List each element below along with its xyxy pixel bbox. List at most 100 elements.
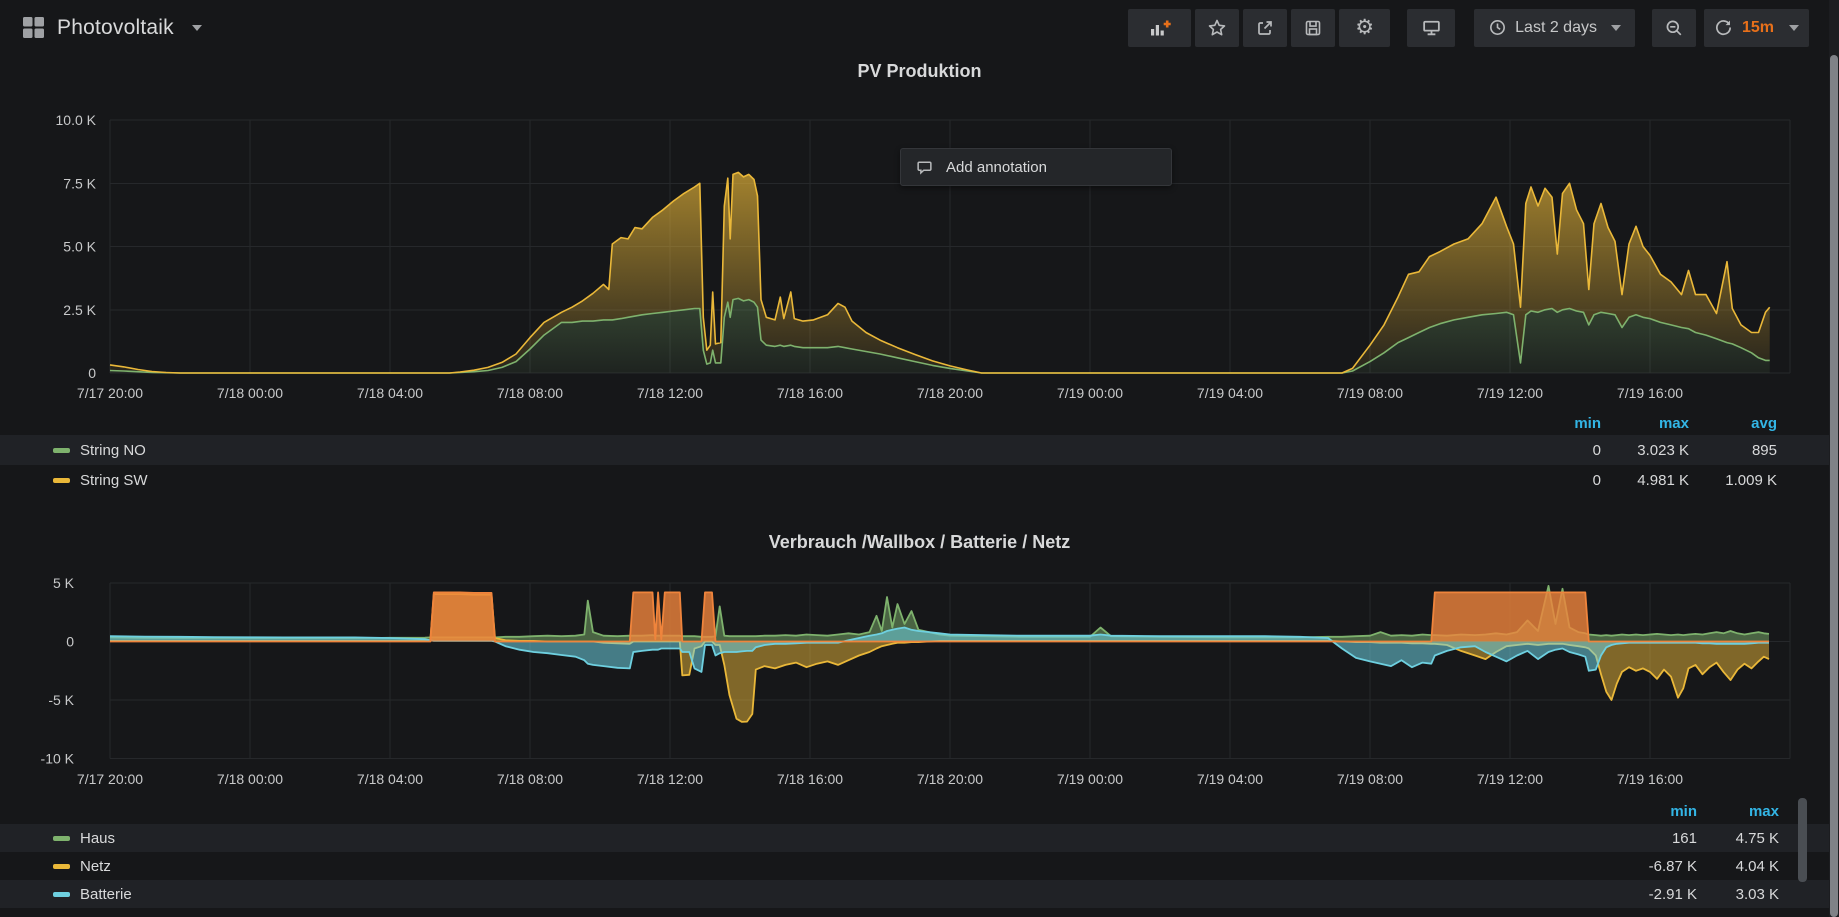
settings-button[interactable]: ⚙ [1339, 9, 1390, 47]
legend-value: -6.87 K [1615, 858, 1697, 875]
legend-values: 03.023 K895 [1513, 442, 1777, 459]
bar-chart-add-icon [1148, 18, 1172, 38]
save-button[interactable] [1291, 9, 1335, 47]
x-axis-tick-label: 7/18 20:00 [917, 771, 983, 787]
clock-icon [1488, 18, 1507, 37]
legend-value: 1.009 K [1689, 472, 1777, 489]
y-axis-tick-label: 5 K [53, 575, 75, 591]
series-color-swatch [53, 448, 70, 453]
x-axis-tick-label: 7/18 12:00 [637, 385, 703, 401]
y-axis-tick-label: 0 [88, 365, 96, 381]
x-axis-tick-label: 7/19 16:00 [1617, 771, 1683, 787]
dashboard-title-dropdown[interactable]: Photovoltaik [22, 16, 202, 40]
toolbar: ⚙ Last 2 days [1128, 9, 1809, 47]
chevron-down-icon [192, 25, 202, 31]
toolbar-button-group: ⚙ [1128, 9, 1390, 47]
legend-row: Haus 1614.75 K [0, 824, 1830, 852]
series-color-swatch [53, 864, 70, 869]
legend-col-min: min [1615, 803, 1697, 820]
pv-produktion-legend: minmaxavg String NO 03.023 K895 String SW 04… [0, 411, 1830, 495]
y-axis-tick-label: -5 K [48, 692, 74, 708]
page-title: Photovoltaik [57, 16, 174, 40]
legend-row: String SW 04.981 K1.009 K [0, 465, 1830, 495]
legend-col-avg: avg [1689, 415, 1777, 432]
series-label[interactable]: Haus [80, 830, 115, 847]
legend-value: 4.04 K [1697, 858, 1779, 875]
legend-row: Batterie -2.91 K3.03 K [0, 880, 1830, 908]
page-scrollbar-thumb[interactable] [1830, 55, 1838, 917]
legend-row: String NO 03.023 K895 [0, 435, 1830, 465]
zoom-out-button[interactable] [1652, 9, 1696, 47]
series-label[interactable]: String SW [80, 472, 148, 489]
star-icon [1207, 18, 1227, 38]
x-axis-tick-label: 7/18 16:00 [777, 385, 843, 401]
y-axis-tick-label: 2.5 K [63, 302, 96, 318]
monitor-icon [1421, 17, 1442, 38]
x-axis-tick-label: 7/18 00:00 [217, 771, 283, 787]
legend-values: -6.87 K4.04 K [1615, 858, 1779, 875]
share-icon [1255, 18, 1275, 38]
x-axis-tick-label: 7/18 20:00 [917, 385, 983, 401]
x-axis-tick-label: 7/19 04:00 [1197, 771, 1263, 787]
y-axis-tick-label: 7.5 K [63, 175, 96, 191]
legend-value: 0 [1513, 472, 1601, 489]
y-axis-tick-label: 0 [66, 634, 74, 650]
time-range-label: Last 2 days [1515, 19, 1597, 37]
legend-value: 0 [1513, 442, 1601, 459]
legend-value: 161 [1615, 830, 1697, 847]
legend-values: 04.981 K1.009 K [1513, 472, 1777, 489]
x-axis-tick-label: 7/19 04:00 [1197, 385, 1263, 401]
legend-header: minmaxavg [0, 411, 1830, 435]
time-range-button[interactable]: Last 2 days [1474, 9, 1635, 47]
gear-icon: ⚙ [1355, 17, 1374, 38]
legend-values: -2.91 K3.03 K [1615, 886, 1779, 903]
refresh-button[interactable]: 15m [1704, 9, 1809, 47]
series-color-swatch [53, 836, 70, 841]
x-axis-tick-label: 7/17 20:00 [77, 771, 143, 787]
series-label[interactable]: String NO [80, 442, 146, 459]
verbrauch-legend: minmax Haus 1614.75 K Netz -6.87 K4.04 K Batt… [0, 798, 1830, 908]
x-axis-tick-label: 7/18 08:00 [497, 385, 563, 401]
series-color-swatch [53, 892, 70, 897]
legend-scrollbar-thumb[interactable] [1798, 798, 1807, 882]
refresh-icon [1714, 18, 1733, 37]
x-axis-tick-label: 7/19 08:00 [1337, 771, 1403, 787]
x-axis-tick-label: 7/19 12:00 [1477, 385, 1543, 401]
x-axis-tick-label: 7/19 00:00 [1057, 385, 1123, 401]
legend-value: 3.03 K [1697, 886, 1779, 903]
grafana-dashboard: Photovoltaik [0, 0, 1839, 917]
y-axis-tick-label: -10 K [41, 751, 75, 767]
legend-values: 1614.75 K [1615, 830, 1779, 847]
legend-col-min: min [1513, 415, 1601, 432]
comment-bubble-icon [915, 158, 934, 177]
legend-value: -2.91 K [1615, 886, 1697, 903]
x-axis-tick-label: 7/18 08:00 [497, 771, 563, 787]
add-annotation-menu-item[interactable]: Add annotation [900, 148, 1172, 186]
menu-item-label: Add annotation [946, 159, 1047, 176]
x-axis-tick-label: 7/19 08:00 [1337, 385, 1403, 401]
legend-value: 3.023 K [1601, 442, 1689, 459]
series-label[interactable]: Batterie [80, 886, 132, 903]
panel-verbrauch: Verbrauch /Wallbox / Batterie / Netz 5 K… [0, 500, 1839, 917]
chevron-down-icon [1789, 25, 1799, 31]
x-axis-tick-label: 7/18 16:00 [777, 771, 843, 787]
x-axis-tick-label: 7/18 12:00 [637, 771, 703, 787]
x-axis-tick-label: 7/19 00:00 [1057, 771, 1123, 787]
legend-row: Netz -6.87 K4.04 K [0, 852, 1830, 880]
page-scrollbar[interactable] [1829, 0, 1839, 917]
series-label[interactable]: Netz [80, 858, 111, 875]
add-panel-button[interactable] [1128, 9, 1191, 47]
legend-header: minmax [0, 798, 1830, 824]
header-bar: Photovoltaik [0, 0, 1839, 55]
chevron-down-icon [1611, 25, 1621, 31]
zoom-out-icon [1664, 18, 1684, 38]
star-button[interactable] [1195, 9, 1239, 47]
legend-value: 4.75 K [1697, 830, 1779, 847]
share-button[interactable] [1243, 9, 1287, 47]
x-axis-tick-label: 7/18 04:00 [357, 771, 423, 787]
y-axis-tick-label: 10.0 K [56, 112, 97, 128]
series-color-swatch [53, 478, 70, 483]
cycle-view-button[interactable] [1407, 9, 1455, 47]
y-axis-tick-label: 5.0 K [63, 239, 96, 255]
x-axis-tick-label: 7/18 00:00 [217, 385, 283, 401]
